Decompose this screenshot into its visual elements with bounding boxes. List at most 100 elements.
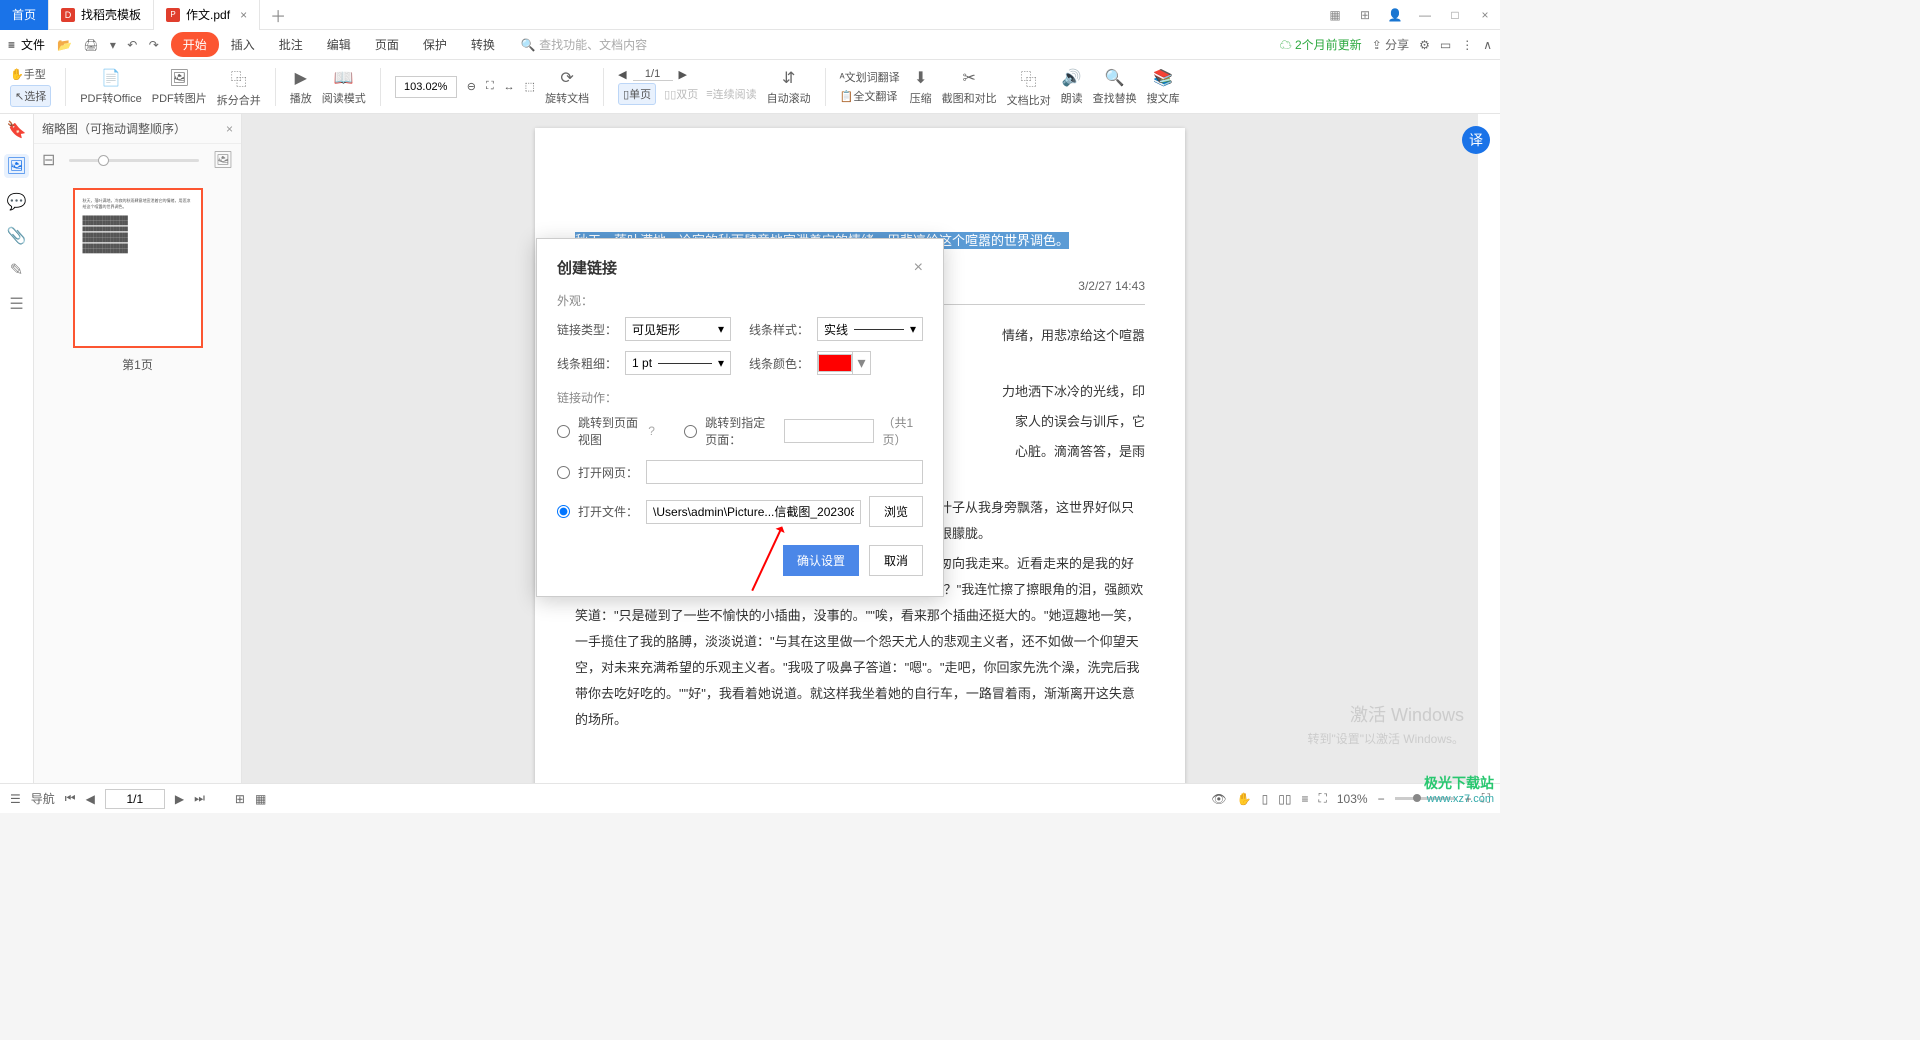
view-continuous-icon[interactable]: ≡ xyxy=(1301,792,1308,806)
first-page-icon[interactable]: ⏮ xyxy=(65,791,76,806)
read-mode[interactable]: 📖阅读模式 xyxy=(322,68,366,106)
more-icon[interactable]: ⋮ xyxy=(1461,38,1473,52)
link-type-select[interactable]: 可见矩形▾ xyxy=(625,317,731,341)
fit-icon[interactable]: ⛶ xyxy=(486,80,494,93)
bookmark-icon[interactable]: 🔖 xyxy=(7,120,27,140)
rotate-doc[interactable]: ⟳旋转文档 xyxy=(545,68,589,106)
wenku[interactable]: 📚搜文库 xyxy=(1147,68,1180,106)
hamburger-icon[interactable]: ≡ xyxy=(8,38,15,52)
undo-icon[interactable]: ↶ xyxy=(127,38,137,52)
tab-start[interactable]: 开始 xyxy=(171,32,219,57)
close-panel-icon[interactable]: × xyxy=(226,122,233,136)
function-search[interactable]: 🔍 查找功能、文档内容 xyxy=(521,36,647,53)
page-input[interactable] xyxy=(105,789,165,809)
page-thumbnail[interactable]: 秋天，落叶满地，冷寂的秋雨肆意地宣泄着它的情绪，用悲凉给这个喧嚣的世界调色。 █… xyxy=(73,188,203,373)
open-file-radio[interactable] xyxy=(557,505,570,518)
line-color-select[interactable]: ▾ xyxy=(817,351,871,375)
apps-icon[interactable]: ⊞ xyxy=(1350,1,1380,29)
word-translate[interactable]: ᴬ文 划词翻译 xyxy=(840,69,900,85)
line-style-select[interactable]: 实线▾ xyxy=(817,317,923,341)
view-double-icon[interactable]: ▯▯ xyxy=(1278,792,1291,806)
thumbnail-settings-icon[interactable]: 🖼 xyxy=(213,150,233,170)
next-page-icon-status[interactable]: ▶ xyxy=(175,792,184,806)
tab-protect[interactable]: 保护 xyxy=(411,32,459,57)
signature-icon[interactable]: ✎ xyxy=(10,260,23,280)
template-tab[interactable]: D 找稻壳模板 xyxy=(49,0,154,30)
split-merge[interactable]: ⿻拆分合并 xyxy=(217,66,261,108)
tab-convert[interactable]: 转换 xyxy=(459,32,507,57)
url-input[interactable] xyxy=(646,460,923,484)
zoom-out-icon[interactable]: ⊖ xyxy=(467,80,476,93)
last-page-icon[interactable]: ⏭ xyxy=(194,791,205,806)
close-button[interactable]: × xyxy=(1470,1,1500,29)
fit-icon-status[interactable]: ⛶ xyxy=(1318,791,1326,806)
browse-button[interactable]: 浏览 xyxy=(869,496,923,527)
save-icon[interactable]: 🖨 xyxy=(83,38,98,52)
grid-icon[interactable]: ▦ xyxy=(1320,1,1350,29)
next-page-icon[interactable]: ▶ xyxy=(679,68,687,81)
maximize-button[interactable]: □ xyxy=(1440,1,1470,29)
eye-icon[interactable]: 👁 xyxy=(1211,792,1226,806)
fit-width-icon[interactable]: ↔ xyxy=(504,81,515,93)
goto-page-input[interactable] xyxy=(784,419,874,443)
layout-icon[interactable]: ⊞ xyxy=(235,792,245,806)
file-path-input[interactable] xyxy=(646,500,861,524)
prev-page-icon[interactable]: ◀ xyxy=(618,68,626,81)
nav-toggle-icon[interactable]: ☰ xyxy=(10,792,21,806)
tab-page[interactable]: 页面 xyxy=(363,32,411,57)
goto-view-radio[interactable] xyxy=(557,425,570,438)
confirm-button[interactable]: 确认设置 xyxy=(783,545,859,576)
avatar-icon[interactable]: 👤 xyxy=(1380,1,1410,29)
thumbnail-zoom-slider[interactable] xyxy=(69,159,198,162)
screenshot-compare[interactable]: ✂截图和对比 xyxy=(942,68,997,106)
redo-icon[interactable]: ↷ xyxy=(149,38,159,52)
cancel-button[interactable]: 取消 xyxy=(869,545,923,576)
select-tool[interactable]: ↖ 选择 xyxy=(10,85,51,107)
thumbnail-icon[interactable]: 🖼 xyxy=(4,154,28,178)
translate-float-button[interactable]: 译 xyxy=(1462,126,1490,154)
play-button[interactable]: ▶播放 xyxy=(290,68,312,106)
tab-insert[interactable]: 插入 xyxy=(219,32,267,57)
compress[interactable]: ⬇压缩 xyxy=(910,68,932,106)
document-tab[interactable]: P 作文.pdf × xyxy=(154,0,260,30)
file-menu[interactable]: 文件 xyxy=(21,36,45,53)
expand-all-icon[interactable]: ⊟ xyxy=(42,150,55,170)
dialog-close-icon[interactable]: × xyxy=(914,259,923,277)
fit-page-icon[interactable]: ⬚ xyxy=(525,80,535,93)
tab-edit[interactable]: 编辑 xyxy=(315,32,363,57)
open-url-radio[interactable] xyxy=(557,466,570,479)
tab-annotate[interactable]: 批注 xyxy=(267,32,315,57)
share-button[interactable]: ⇪ 分享 xyxy=(1372,36,1409,53)
comment-icon[interactable]: 💬 xyxy=(7,192,27,212)
full-translate[interactable]: 📋 全文翻译 xyxy=(840,88,900,104)
pdf-to-image[interactable]: 🖼PDF转图片 xyxy=(152,68,207,106)
auto-scroll[interactable]: ⇵自动滚动 xyxy=(767,68,811,106)
line-weight-select[interactable]: 1 pt▾ xyxy=(625,351,731,375)
continuous-read[interactable]: ≡ 连续阅读 xyxy=(706,83,756,105)
layers-icon[interactable]: ☰ xyxy=(9,294,23,314)
single-page[interactable]: ▯ 单页 xyxy=(618,83,656,105)
zoom-input[interactable] xyxy=(395,76,457,98)
double-page[interactable]: ▯▯ 双页 xyxy=(664,83,698,105)
goto-page-radio[interactable] xyxy=(684,425,697,438)
doc-compare[interactable]: ⿻文档比对 xyxy=(1007,66,1051,108)
hand-icon[interactable]: ✋ xyxy=(1237,792,1252,806)
window-icon[interactable]: ▭ xyxy=(1440,38,1451,52)
help-icon[interactable]: ? xyxy=(648,424,655,438)
find-replace[interactable]: 🔍查找替换 xyxy=(1093,68,1137,106)
close-tab-icon[interactable]: × xyxy=(240,8,247,22)
hand-tool[interactable]: ✋ 手型 xyxy=(10,66,51,82)
collapse-icon[interactable]: ∧ xyxy=(1483,38,1492,52)
read-aloud[interactable]: 🔊朗读 xyxy=(1061,68,1083,106)
open-icon[interactable]: 📂 xyxy=(57,38,72,52)
minimize-button[interactable]: — xyxy=(1410,1,1440,29)
print-icon[interactable]: ▾ xyxy=(110,38,116,52)
pdf-to-office[interactable]: 📄PDF转Office xyxy=(80,68,142,106)
view-single-icon[interactable]: ▯ xyxy=(1262,792,1269,806)
home-tab[interactable]: 首页 xyxy=(0,0,49,30)
settings-icon[interactable]: ⚙ xyxy=(1419,38,1430,52)
add-tab-button[interactable]: ＋ xyxy=(260,3,296,27)
layout-icon-2[interactable]: ▦ xyxy=(255,792,266,806)
prev-page-icon-status[interactable]: ◀ xyxy=(86,792,95,806)
zoom-out-status[interactable]: − xyxy=(1378,792,1385,806)
